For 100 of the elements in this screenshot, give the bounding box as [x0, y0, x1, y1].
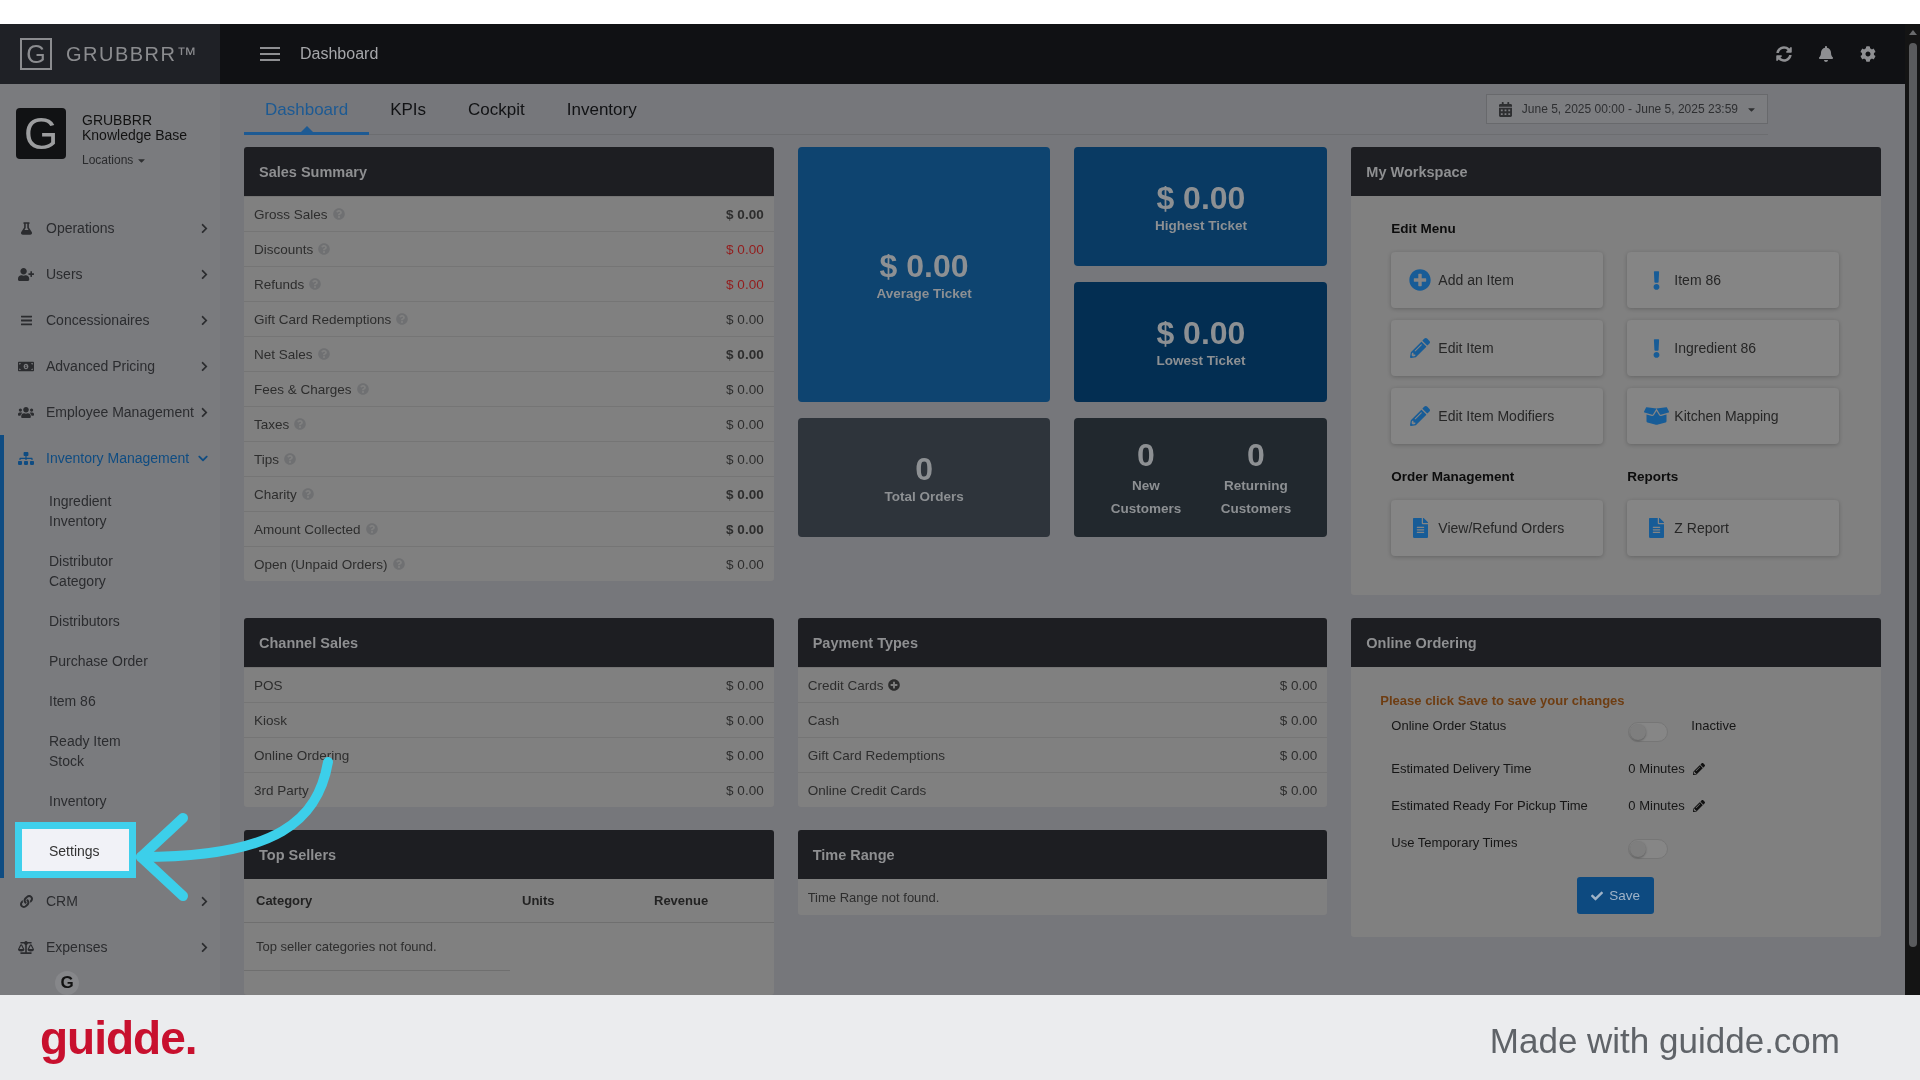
exclamation-icon [1652, 338, 1660, 358]
check-icon [1591, 889, 1604, 902]
section-title: Edit Menu [1391, 220, 1457, 238]
row-label: Net Sales [254, 346, 313, 362]
empty-message: Time Range not found. [807, 889, 940, 905]
scrollbar[interactable] [1905, 24, 1920, 995]
section-title: Order Management [1391, 468, 1516, 486]
nav-subitem[interactable]: Inventory [0, 781, 154, 821]
row-label: Taxes [254, 416, 290, 432]
row-value: $ 0.00 [726, 346, 764, 362]
users-icon [18, 405, 34, 419]
nav-subitem[interactable]: Purchase Order [0, 641, 154, 681]
tab[interactable]: KPIs [369, 84, 448, 135]
panel-title: My Workspace [1366, 163, 1468, 180]
row-label: 3rd Party [254, 782, 309, 798]
tile-value: $ 0.00 [1156, 314, 1246, 352]
row-label: Gift Card Redemptions [254, 311, 392, 327]
nav-item[interactable]: Advanced Pricing [0, 343, 220, 389]
row-label: Gross Sales [254, 206, 328, 222]
row-value: $ 0.00 [1279, 712, 1318, 728]
nav-subitem[interactable]: Ready Item Stock [0, 721, 154, 781]
nav-subitem[interactable]: Settings [15, 822, 136, 878]
edit-icon[interactable] [1692, 763, 1705, 775]
scrollbar-thumb[interactable] [1908, 43, 1917, 947]
scales-icon [18, 940, 34, 954]
row-value: $ 0.00 [1279, 677, 1318, 693]
save-button[interactable]: Save [1577, 877, 1655, 914]
panel-title: Online Ordering [1366, 634, 1477, 651]
row-label: Cash [807, 712, 840, 728]
nav-item[interactable]: Users [0, 251, 220, 297]
date-range-button[interactable]: June 5, 2025 00:00 - June 5, 2025 23:59 [1485, 94, 1768, 124]
save-notice: Please click Save to save your changes [1380, 693, 1626, 709]
chevron-right-icon [201, 268, 208, 280]
nav-subitem[interactable]: Item 86 [0, 681, 154, 721]
user-plus-icon [18, 267, 34, 281]
workspace-action-button[interactable]: Add an Item [1391, 252, 1604, 308]
panel-title: Payment Types [812, 634, 918, 651]
bell-icon[interactable] [1819, 46, 1833, 62]
workspace-action-button[interactable]: Z Report [1627, 500, 1840, 556]
workspace-action-button[interactable]: Kitchen Mapping [1627, 388, 1840, 444]
workspace-action-button[interactable]: Item 86 [1627, 252, 1840, 308]
row-label: Credit Cards [807, 677, 884, 693]
workspace-action-button[interactable]: Edit Item [1391, 320, 1604, 376]
tile-value: $ 0.00 [879, 246, 969, 285]
nav-item[interactable]: Concessionaires [0, 297, 220, 343]
nav-item[interactable]: Expenses [0, 924, 220, 970]
nav-item[interactable]: Operations [0, 205, 220, 251]
time-value: 0 Minutes [1628, 797, 1685, 815]
pencil-icon [1410, 338, 1431, 358]
exclamation-icon [1652, 270, 1660, 290]
tab[interactable]: Inventory [545, 84, 658, 135]
row-label: Amount Collected [254, 521, 361, 537]
workspace-action-button[interactable]: Edit Item Modifiers [1391, 388, 1604, 444]
row-value: $ 0.00 [726, 521, 764, 537]
document-icon [1648, 518, 1664, 538]
edit-icon[interactable] [1692, 800, 1705, 812]
toggle-switch[interactable] [1628, 722, 1669, 742]
row-label: Online Credit Cards [807, 782, 927, 798]
nav-item[interactable]: Employee Management [0, 389, 220, 435]
column-header: Category [256, 893, 314, 908]
nav-item[interactable]: CRM [0, 878, 220, 924]
time-value: 0 Minutes [1628, 760, 1685, 778]
locations-dropdown[interactable]: Locations [82, 153, 146, 167]
nav-subitem[interactable]: Distributor Category [0, 541, 154, 601]
row-value: $ 0.00 [726, 747, 764, 763]
row-value: $ 0.00 [726, 556, 764, 572]
row-value: $ 0.00 [1279, 747, 1318, 763]
chevron-right-icon [201, 222, 208, 234]
profile-avatar: G [16, 108, 66, 159]
tile-label: Total Orders [884, 487, 964, 506]
workspace-action-button[interactable]: Ingredient 86 [1627, 320, 1840, 376]
row-value: $ 0.00 [726, 206, 764, 222]
chevron-right-icon [201, 314, 208, 326]
menu-icon[interactable] [260, 47, 280, 61]
nav-subitem[interactable]: Distributors [0, 601, 154, 641]
settings-icon[interactable] [1860, 46, 1876, 62]
panel-title: Sales Summary [259, 163, 367, 180]
field-label: Use Temporary Times [1391, 834, 1519, 852]
chevron-right-icon [201, 360, 208, 372]
toggle-switch[interactable] [1628, 839, 1669, 859]
tile-value: $ 0.00 [1156, 178, 1246, 217]
chevron-right-icon [201, 406, 208, 418]
row-label: Online Ordering [254, 747, 350, 763]
workspace-action-button[interactable]: View/Refund Orders [1391, 500, 1604, 556]
field-label: Estimated Delivery Time [1391, 760, 1533, 778]
money-icon [18, 359, 34, 373]
tab[interactable]: Cockpit [447, 84, 546, 135]
refresh-icon[interactable] [1776, 46, 1792, 62]
nav-subitem[interactable]: Ingredient Inventory [0, 481, 154, 541]
scroll-up-icon[interactable] [1908, 30, 1917, 35]
row-value: $ 0.00 [726, 381, 764, 397]
nav-item[interactable]: Inventory Management [0, 435, 220, 481]
row-value: $ 0.00 [726, 486, 764, 502]
row-label: Open (Unpaid Orders) [254, 556, 388, 572]
document-icon [1412, 518, 1428, 538]
panel-title: Top Sellers [259, 846, 337, 863]
field-label: Online Order Status [1391, 717, 1508, 735]
row-label: Tips [254, 451, 279, 467]
row-label: Fees & Charges [254, 381, 352, 397]
row-label: POS [254, 677, 283, 693]
